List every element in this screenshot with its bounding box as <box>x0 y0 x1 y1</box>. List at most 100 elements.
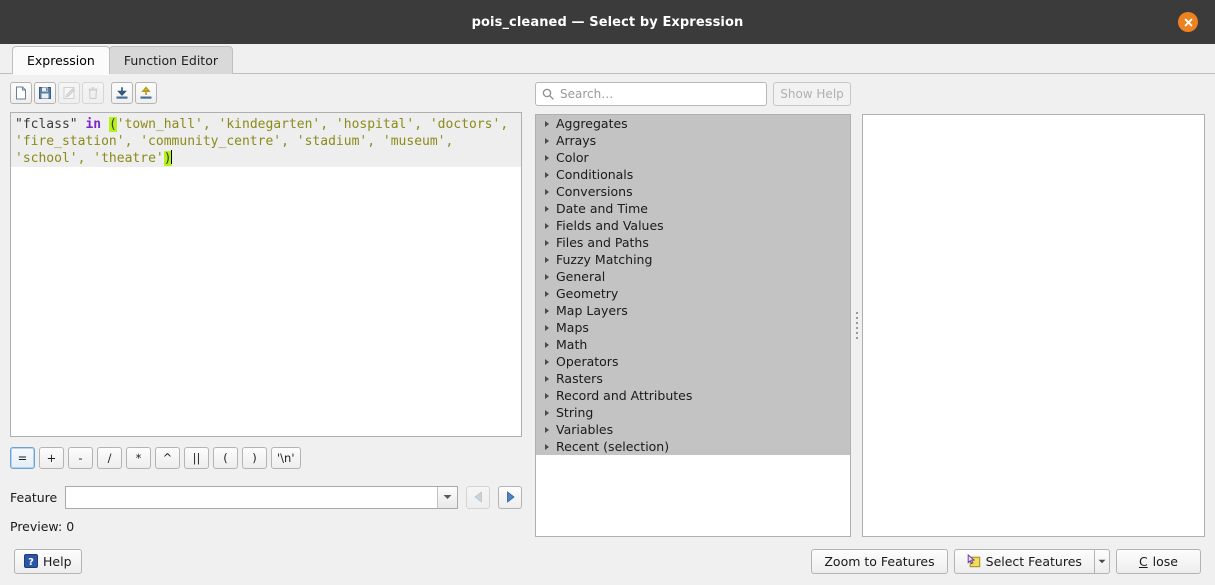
tree-item-label: Record and Attributes <box>556 388 693 403</box>
tree-item-rasters[interactable]: Rasters <box>536 370 850 387</box>
expression-text-editor[interactable]: "fclass" in ('town_hall', 'kindegarten',… <box>10 112 522 437</box>
operator-multiply-button[interactable]: * <box>126 447 151 469</box>
help-button-label: Help <box>43 553 72 569</box>
operator-divide-button[interactable]: / <box>97 447 122 469</box>
new-expression-button[interactable] <box>10 82 32 104</box>
edit-expression-button <box>58 82 80 104</box>
expand-arrow-icon[interactable] <box>538 324 556 332</box>
export-expressions-button[interactable] <box>135 82 157 104</box>
tree-item-color[interactable]: Color <box>536 149 850 166</box>
operator-minus-button[interactable]: - <box>68 447 93 469</box>
expand-arrow-icon[interactable] <box>538 375 556 383</box>
tree-item-label: Files and Paths <box>556 235 649 250</box>
next-feature-button[interactable] <box>498 485 522 509</box>
tree-item-label: Map Layers <box>556 303 628 318</box>
window-close-button[interactable] <box>1178 12 1198 32</box>
tree-item-conditionals[interactable]: Conditionals <box>536 166 850 183</box>
tab-function-editor[interactable]: Function Editor <box>108 46 233 74</box>
expand-arrow-icon[interactable] <box>538 443 556 451</box>
search-row: Search… Show Help <box>535 82 851 106</box>
tree-item-label: Conditionals <box>556 167 634 182</box>
operator-concat-button[interactable]: || <box>184 447 209 469</box>
function-tree-box: Search… Show Help Aggregates Arrays Colo… <box>535 82 851 537</box>
search-input[interactable]: Search… <box>535 82 767 106</box>
zoom-to-features-button[interactable]: Zoom to Features <box>811 548 948 574</box>
operator-power-button[interactable]: ^ <box>155 447 180 469</box>
close-button-label: lose <box>1152 553 1178 569</box>
title-bar: pois_cleaned — Select by Expression <box>0 0 1215 44</box>
expand-arrow-icon[interactable] <box>538 205 556 213</box>
tree-item-label: Aggregates <box>556 116 628 131</box>
expand-arrow-icon[interactable] <box>538 426 556 434</box>
tree-item-variables[interactable]: Variables <box>536 421 850 438</box>
tree-item-math[interactable]: Math <box>536 336 850 353</box>
save-expression-button[interactable] <box>34 82 56 104</box>
tree-item-map-layers[interactable]: Map Layers <box>536 302 850 319</box>
tree-item-label: Math <box>556 337 588 352</box>
close-dialog-button[interactable]: Close <box>1115 548 1201 574</box>
tree-item-operators[interactable]: Operators <box>536 353 850 370</box>
window-title: pois_cleaned — Select by Expression <box>471 14 744 30</box>
operator-newline-button[interactable]: '\n' <box>271 447 301 469</box>
operator-equals-button[interactable]: = <box>10 447 35 469</box>
tree-item-arrays[interactable]: Arrays <box>536 132 850 149</box>
import-expressions-button[interactable] <box>111 82 133 104</box>
feature-combo-box[interactable] <box>65 485 458 509</box>
select-features-button[interactable]: Select Features <box>953 548 1094 574</box>
expand-arrow-icon[interactable] <box>538 154 556 162</box>
tree-item-maps[interactable]: Maps <box>536 319 850 336</box>
expression-value-3: 'doctors' <box>429 117 501 132</box>
expand-arrow-icon[interactable] <box>538 392 556 400</box>
tree-item-label: Geometry <box>556 286 619 301</box>
tree-item-fuzzy-matching[interactable]: Fuzzy Matching <box>536 251 850 268</box>
tree-item-aggregates[interactable]: Aggregates <box>536 115 850 132</box>
expression-field-token: "fclass" <box>15 117 78 132</box>
expand-arrow-icon[interactable] <box>538 409 556 417</box>
expand-arrow-icon[interactable] <box>538 358 556 366</box>
expand-arrow-icon[interactable] <box>538 120 556 128</box>
expression-value-0: 'town_hall' <box>116 117 203 132</box>
tree-item-files-and-paths[interactable]: Files and Paths <box>536 234 850 251</box>
search-placeholder: Search… <box>560 87 614 101</box>
tree-item-string[interactable]: String <box>536 404 850 421</box>
expand-arrow-icon[interactable] <box>538 239 556 247</box>
expand-arrow-icon[interactable] <box>538 307 556 315</box>
search-icon <box>542 88 554 100</box>
operator-plus-button[interactable]: + <box>39 447 64 469</box>
expand-arrow-icon[interactable] <box>538 137 556 145</box>
tree-item-date-and-time[interactable]: Date and Time <box>536 200 850 217</box>
tree-item-record-and-attributes[interactable]: Record and Attributes <box>536 387 850 404</box>
tree-item-general[interactable]: General <box>536 268 850 285</box>
expression-code: "fclass" in ('town_hall', 'kindegarten',… <box>11 113 521 167</box>
help-button[interactable]: ? Help <box>14 548 82 574</box>
tree-item-recent-selection[interactable]: Recent (selection) <box>536 438 850 455</box>
tree-item-label: Operators <box>556 354 619 369</box>
function-tree[interactable]: Aggregates Arrays Color Conditionals Con… <box>535 114 851 537</box>
expression-value-6: 'stadium' <box>296 134 368 149</box>
expand-arrow-icon[interactable] <box>538 341 556 349</box>
expand-arrow-icon[interactable] <box>538 222 556 230</box>
tree-item-conversions[interactable]: Conversions <box>536 183 850 200</box>
dialog-footer: ? Help Zoom to Features Select Features <box>0 537 1215 585</box>
expand-arrow-icon[interactable] <box>538 256 556 264</box>
feature-combo-arrow[interactable] <box>437 486 457 508</box>
expand-arrow-icon[interactable] <box>538 290 556 298</box>
select-features-dropdown-button[interactable] <box>1093 548 1110 574</box>
tab-expression[interactable]: Expression <box>12 46 110 75</box>
operator-close-paren-button[interactable]: ) <box>242 447 267 469</box>
expand-arrow-icon[interactable] <box>538 171 556 179</box>
triangle-right-icon <box>506 491 515 503</box>
expand-arrow-icon[interactable] <box>538 188 556 196</box>
pencil-edit-icon <box>63 87 75 99</box>
tree-item-fields-and-values[interactable]: Fields and Values <box>536 217 850 234</box>
tree-item-geometry[interactable]: Geometry <box>536 285 850 302</box>
feature-label: Feature <box>10 489 58 505</box>
svg-text:?: ? <box>28 557 34 568</box>
help-panel <box>862 114 1205 537</box>
previous-feature-button <box>466 485 490 509</box>
close-button-mnemonic: C <box>1138 553 1148 569</box>
panel-splitter[interactable] <box>851 82 862 537</box>
expand-arrow-icon[interactable] <box>538 273 556 281</box>
operator-open-paren-button[interactable]: ( <box>213 447 238 469</box>
tree-item-label: Maps <box>556 320 589 335</box>
